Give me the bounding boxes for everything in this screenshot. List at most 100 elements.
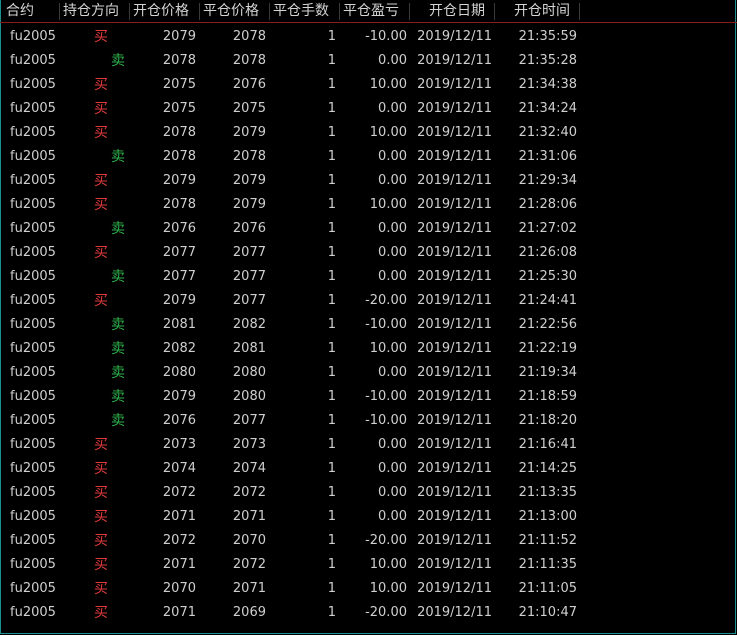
- cell-direction: 买: [94, 245, 108, 261]
- cell-close-price: 2078: [232, 53, 266, 68]
- table-row[interactable]: fu2005 买 2071 2071 1 0.00 2019/12/11 21:13:00: [0, 505, 737, 529]
- cell-open-time: 21:14:25: [518, 461, 577, 476]
- table-row[interactable]: fu2005 买 2075 2076 1 10.00 2019/12/11 21:34:38: [0, 73, 737, 97]
- cell-open-date: 2019/12/11: [417, 101, 492, 116]
- cell-open-time: 21:34:24: [518, 101, 577, 116]
- cell-direction: 买: [94, 605, 108, 621]
- cell-open-time: 21:18:20: [518, 413, 577, 428]
- cell-open-date: 2019/12/11: [417, 173, 492, 188]
- table-row[interactable]: fu2005 买 2073 2073 1 0.00 2019/12/11 21:16:41: [0, 433, 737, 457]
- table-row[interactable]: fu2005 买 2072 2070 1 -20.00 2019/12/11 21:11:52: [0, 529, 737, 553]
- cell-open-date: 2019/12/11: [417, 605, 492, 620]
- cell-direction: 买: [94, 461, 108, 477]
- cell-close-price: 2081: [232, 341, 266, 356]
- cell-close-qty: 1: [327, 125, 336, 140]
- cell-open-price: 2078: [162, 125, 196, 140]
- cell-close-price: 2077: [232, 293, 266, 308]
- cell-close-price: 2069: [232, 605, 266, 620]
- header-close-price[interactable]: 平仓价格: [203, 0, 259, 23]
- cell-contract: fu2005: [10, 293, 56, 308]
- header-open-time[interactable]: 开仓时间: [514, 0, 570, 23]
- cell-open-price: 2071: [162, 605, 196, 620]
- cell-open-price: 2077: [162, 245, 196, 260]
- cell-open-time: 21:34:38: [518, 77, 577, 92]
- cell-open-price: 2073: [162, 437, 196, 452]
- table-row[interactable]: fu2005 卖 2079 2080 1 -10.00 2019/12/11 21:18:59: [0, 385, 737, 409]
- cell-direction: 卖: [111, 389, 125, 405]
- cell-open-time: 21:32:40: [518, 125, 577, 140]
- cell-direction: 买: [94, 77, 108, 93]
- table-row[interactable]: fu2005 买 2079 2078 1 -10.00 2019/12/11 21:35:59: [0, 25, 737, 49]
- cell-open-date: 2019/12/11: [417, 197, 492, 212]
- cell-contract: fu2005: [10, 197, 56, 212]
- cell-close-price: 2077: [232, 413, 266, 428]
- header-divider[interactable]: [59, 3, 60, 20]
- header-direction[interactable]: 持仓方向: [63, 0, 119, 23]
- cell-contract: fu2005: [10, 557, 56, 572]
- cell-close-price: 2070: [232, 533, 266, 548]
- cell-contract: fu2005: [10, 365, 56, 380]
- header-divider[interactable]: [409, 3, 410, 20]
- table-row[interactable]: fu2005 买 2078 2079 1 10.00 2019/12/11 21:32:40: [0, 121, 737, 145]
- cell-open-time: 21:11:35: [518, 557, 577, 572]
- cell-close-qty: 1: [327, 605, 336, 620]
- table-row[interactable]: fu2005 买 2079 2077 1 -20.00 2019/12/11 21:24:41: [0, 289, 737, 313]
- header-close-pnl[interactable]: 平仓盈亏: [343, 0, 399, 23]
- table-row[interactable]: fu2005 买 2071 2069 1 -20.00 2019/12/11 21:10:47: [0, 601, 737, 625]
- table-row[interactable]: fu2005 买 2077 2077 1 0.00 2019/12/11 21:26:08: [0, 241, 737, 265]
- table-row[interactable]: fu2005 卖 2078 2078 1 0.00 2019/12/11 21:31:06: [0, 145, 737, 169]
- table-row[interactable]: fu2005 买 2072 2072 1 0.00 2019/12/11 21:13:35: [0, 481, 737, 505]
- cell-close-pnl: 0.00: [378, 53, 407, 68]
- table-row[interactable]: fu2005 买 2079 2079 1 0.00 2019/12/11 21:29:34: [0, 169, 737, 193]
- header-divider[interactable]: [494, 3, 495, 20]
- table-row[interactable]: fu2005 买 2070 2071 1 10.00 2019/12/11 21:11:05: [0, 577, 737, 601]
- cell-open-date: 2019/12/11: [417, 221, 492, 236]
- cell-open-price: 2079: [162, 389, 196, 404]
- cell-open-date: 2019/12/11: [417, 389, 492, 404]
- header-divider[interactable]: [199, 3, 200, 20]
- header-divider[interactable]: [339, 3, 340, 20]
- header-open-price[interactable]: 开仓价格: [133, 0, 189, 23]
- header-divider[interactable]: [269, 3, 270, 20]
- cell-open-price: 2075: [162, 101, 196, 116]
- cell-open-price: 2076: [162, 221, 196, 236]
- cell-contract: fu2005: [10, 437, 56, 452]
- cell-open-price: 2079: [162, 29, 196, 44]
- table-row[interactable]: fu2005 买 2071 2072 1 10.00 2019/12/11 21:11:35: [0, 553, 737, 577]
- table-row[interactable]: fu2005 买 2074 2074 1 0.00 2019/12/11 21:14:25: [0, 457, 737, 481]
- cell-direction: 卖: [111, 413, 125, 429]
- cell-close-pnl: -20.00: [365, 293, 407, 308]
- cell-open-date: 2019/12/11: [417, 437, 492, 452]
- table-row[interactable]: fu2005 卖 2082 2081 1 10.00 2019/12/11 21:22:19: [0, 337, 737, 361]
- cell-close-qty: 1: [327, 485, 336, 500]
- cell-close-price: 2075: [232, 101, 266, 116]
- table-row[interactable]: fu2005 卖 2076 2076 1 0.00 2019/12/11 21:27:02: [0, 217, 737, 241]
- header-open-date[interactable]: 开仓日期: [429, 0, 485, 23]
- header-divider[interactable]: [129, 3, 130, 20]
- cell-close-pnl: 0.00: [378, 509, 407, 524]
- cell-direction: 买: [94, 293, 108, 309]
- cell-open-time: 21:13:35: [518, 485, 577, 500]
- cell-close-price: 2072: [232, 485, 266, 500]
- cell-close-pnl: 10.00: [369, 77, 407, 92]
- table-row[interactable]: fu2005 卖 2080 2080 1 0.00 2019/12/11 21:19:34: [0, 361, 737, 385]
- table-header: 合约 持仓方向 开仓价格 平仓价格 平仓手数 平仓盈亏 开仓日期 开仓时间: [0, 0, 737, 23]
- table-row[interactable]: fu2005 卖 2077 2077 1 0.00 2019/12/11 21:25:30: [0, 265, 737, 289]
- table-row[interactable]: fu2005 买 2075 2075 1 0.00 2019/12/11 21:34:24: [0, 97, 737, 121]
- cell-direction: 买: [94, 197, 108, 213]
- header-contract[interactable]: 合约: [6, 0, 34, 23]
- cell-direction: 卖: [111, 53, 125, 69]
- table-row[interactable]: fu2005 卖 2078 2078 1 0.00 2019/12/11 21:35:28: [0, 49, 737, 73]
- cell-open-time: 21:25:30: [518, 269, 577, 284]
- table-row[interactable]: fu2005 买 2078 2079 1 10.00 2019/12/11 21:28:06: [0, 193, 737, 217]
- header-close-qty[interactable]: 平仓手数: [273, 0, 329, 23]
- table-row[interactable]: fu2005 卖 2076 2077 1 -10.00 2019/12/11 21:18:20: [0, 409, 737, 433]
- cell-close-pnl: -20.00: [365, 533, 407, 548]
- cell-open-time: 21:10:47: [518, 605, 577, 620]
- table-row[interactable]: fu2005 卖 2081 2082 1 -10.00 2019/12/11 21:22:56: [0, 313, 737, 337]
- cell-open-time: 21:13:00: [518, 509, 577, 524]
- header-divider[interactable]: [579, 3, 580, 20]
- cell-close-pnl: 0.00: [378, 485, 407, 500]
- cell-direction: 卖: [111, 317, 125, 333]
- cell-open-time: 21:11:05: [518, 581, 577, 596]
